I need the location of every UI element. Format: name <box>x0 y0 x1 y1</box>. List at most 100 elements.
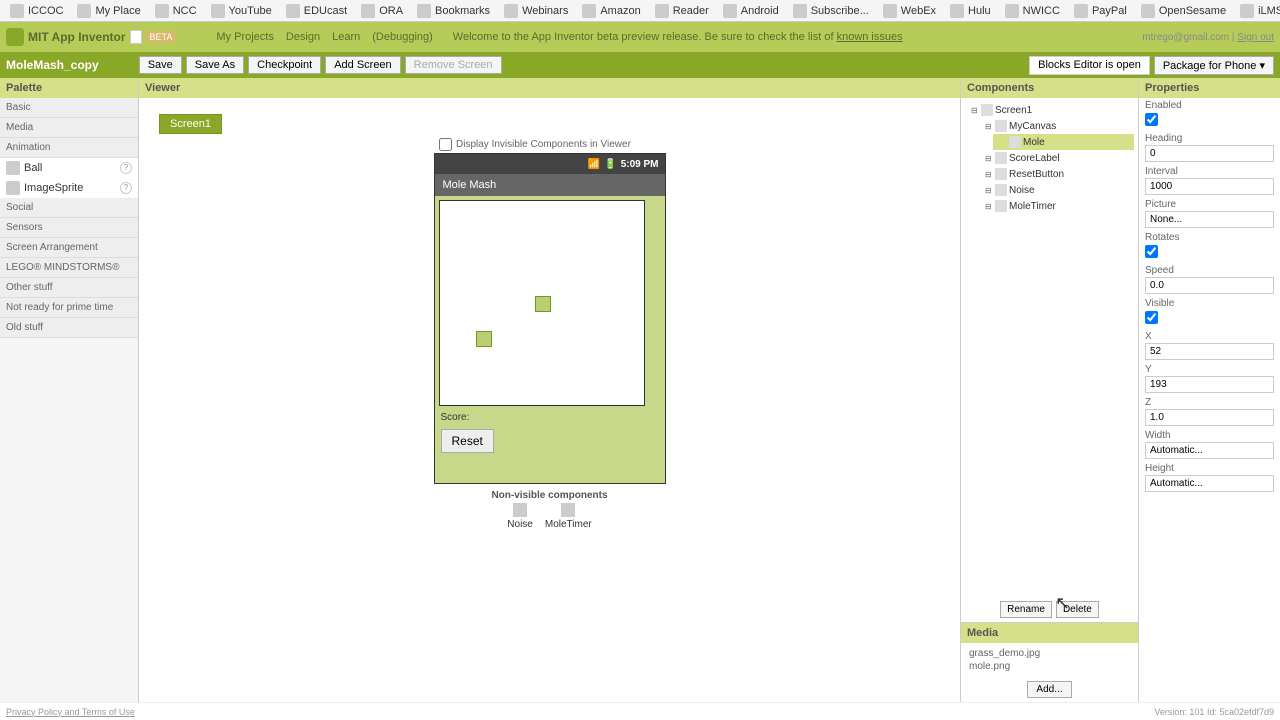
palette-cat-screen[interactable]: Screen Arrangement <box>0 238 138 258</box>
canvas-area[interactable] <box>439 200 645 406</box>
palette-cat-lego[interactable]: LEGO® MINDSTORMS® <box>0 258 138 278</box>
screen-tab[interactable]: Screen1 <box>159 114 222 134</box>
blocks-editor-status[interactable]: Blocks Editor is open <box>1029 56 1150 75</box>
header-bar: MIT App Inventor BETA My Projects Design… <box>0 22 1280 52</box>
favicon-icon <box>77 4 91 18</box>
palette-item-ball[interactable]: Ball ? <box>0 158 138 178</box>
reset-button[interactable]: Reset <box>441 429 494 453</box>
phone-time: 5:09 PM <box>621 159 659 170</box>
prop-checkbox[interactable] <box>1145 245 1158 258</box>
prop-input[interactable] <box>1145 376 1274 393</box>
prop-input[interactable] <box>1145 178 1274 195</box>
prop-checkbox[interactable] <box>1145 311 1158 324</box>
save-button[interactable]: Save <box>139 56 182 74</box>
bookmark-item[interactable]: YouTube <box>205 2 278 20</box>
prop-y: Y <box>1139 362 1280 395</box>
sound-icon <box>513 503 527 517</box>
tree-item-screen1[interactable]: ⊟Screen1 <box>965 102 1134 118</box>
palette-cat-sensors[interactable]: Sensors <box>0 218 138 238</box>
bookmarks-bar: ICCOCMy PlaceNCCYouTubeEDUcastORABookmar… <box>0 0 1280 22</box>
favicon-icon <box>1005 4 1019 18</box>
bookmark-item[interactable]: ICCOC <box>4 2 69 20</box>
palette-cat-animation[interactable]: Animation <box>0 138 138 158</box>
palette-cat-social[interactable]: Social <box>0 198 138 218</box>
android-icon <box>6 28 24 46</box>
bookmark-item[interactable]: OpenSesame <box>1135 2 1232 20</box>
tree-item-noise[interactable]: ⊟Noise <box>979 182 1134 198</box>
palette-item-imagesprite[interactable]: ImageSprite ? <box>0 178 138 198</box>
tree-item-mole[interactable]: Mole <box>993 134 1134 150</box>
tree-item-moletimer[interactable]: ⊟MoleTimer <box>979 198 1134 214</box>
tree-item-resetbutton[interactable]: ⊟ResetButton <box>979 166 1134 182</box>
nav-my-projects[interactable]: My Projects <box>216 31 273 43</box>
bookmark-item[interactable]: WebEx <box>877 2 942 20</box>
favicon-icon <box>1141 4 1155 18</box>
bookmark-item[interactable]: ORA <box>355 2 409 20</box>
sprite-1[interactable] <box>535 296 551 312</box>
bookmark-item[interactable]: NWICC <box>999 2 1066 20</box>
nonvisible-noise[interactable]: Noise <box>507 503 533 530</box>
bookmark-item[interactable]: NCC <box>149 2 203 20</box>
prop-input[interactable] <box>1145 211 1274 228</box>
prop-input[interactable] <box>1145 442 1274 459</box>
palette-cat-old[interactable]: Old stuff <box>0 318 138 338</box>
prop-speed: Speed <box>1139 263 1280 296</box>
palette-cat-basic[interactable]: Basic <box>0 98 138 118</box>
sprite-mole[interactable] <box>476 331 492 347</box>
nav-debugging[interactable]: (Debugging) <box>372 31 433 43</box>
bookmark-item[interactable]: Reader <box>649 2 715 20</box>
palette-cat-other[interactable]: Other stuff <box>0 278 138 298</box>
bookmark-item[interactable]: Amazon <box>576 2 646 20</box>
add-media-button[interactable]: Add... <box>1027 681 1071 698</box>
prop-input[interactable] <box>1145 277 1274 294</box>
add-screen-button[interactable]: Add Screen <box>325 56 400 74</box>
component-icon <box>995 152 1007 164</box>
bookmark-item[interactable]: Hulu <box>944 2 997 20</box>
bookmark-item[interactable]: Subscribe... <box>787 2 875 20</box>
prop-checkbox[interactable] <box>1145 113 1158 126</box>
signout-link[interactable]: Sign out <box>1237 32 1274 43</box>
prop-heading: Heading <box>1139 131 1280 164</box>
palette-cat-media[interactable]: Media <box>0 118 138 138</box>
prop-input[interactable] <box>1145 475 1274 492</box>
bookmark-item[interactable]: My Place <box>71 2 146 20</box>
component-icon <box>981 104 993 116</box>
prop-input[interactable] <box>1145 145 1274 162</box>
privacy-link[interactable]: Privacy Policy and Terms of Use <box>6 707 135 717</box>
save-as-button[interactable]: Save As <box>186 56 244 74</box>
nav-design[interactable]: Design <box>286 31 320 43</box>
nonvisible-moletimer[interactable]: MoleTimer <box>545 503 592 530</box>
nav-learn[interactable]: Learn <box>332 31 360 43</box>
properties-header: Properties <box>1139 78 1280 98</box>
checkpoint-button[interactable]: Checkpoint <box>248 56 321 74</box>
phone-frame: 📶 🔋 5:09 PM Mole Mash Score: Reset <box>434 153 666 484</box>
help-icon[interactable]: ? <box>120 182 132 194</box>
tree-item-mycanvas[interactable]: ⊟MyCanvas <box>979 118 1134 134</box>
display-invisible-checkbox[interactable] <box>439 138 452 151</box>
favicon-icon <box>1240 4 1254 18</box>
project-name: MoleMash_copy <box>6 58 99 72</box>
media-file[interactable]: mole.png <box>969 660 1130 673</box>
delete-button[interactable]: Delete <box>1056 601 1099 618</box>
logo-text: MIT App Inventor <box>28 30 126 44</box>
bookmark-item[interactable]: EDUcast <box>280 2 353 20</box>
favicon-icon <box>883 4 897 18</box>
tree-item-scorelabel[interactable]: ⊟ScoreLabel <box>979 150 1134 166</box>
known-issues-link[interactable]: known issues <box>837 31 903 43</box>
prop-input[interactable] <box>1145 343 1274 360</box>
bookmark-item[interactable]: Android <box>717 2 785 20</box>
bookmark-item[interactable]: Webinars <box>498 2 574 20</box>
palette-cat-notready[interactable]: Not ready for prime time <box>0 298 138 318</box>
remove-screen-button[interactable]: Remove Screen <box>405 56 502 74</box>
bookmark-item[interactable]: PayPal <box>1068 2 1133 20</box>
rename-button[interactable]: Rename <box>1000 601 1052 618</box>
package-phone-button[interactable]: Package for Phone ▾ <box>1154 56 1274 75</box>
display-invisible-check[interactable]: Display Invisible Components in Viewer <box>439 138 940 151</box>
bookmark-item[interactable]: iLMS <box>1234 2 1280 20</box>
help-icon[interactable]: ? <box>120 162 132 174</box>
favicon-icon <box>155 4 169 18</box>
prop-picture: Picture <box>1139 197 1280 230</box>
media-file[interactable]: grass_demo.jpg <box>969 647 1130 660</box>
bookmark-item[interactable]: Bookmarks <box>411 2 496 20</box>
prop-input[interactable] <box>1145 409 1274 426</box>
